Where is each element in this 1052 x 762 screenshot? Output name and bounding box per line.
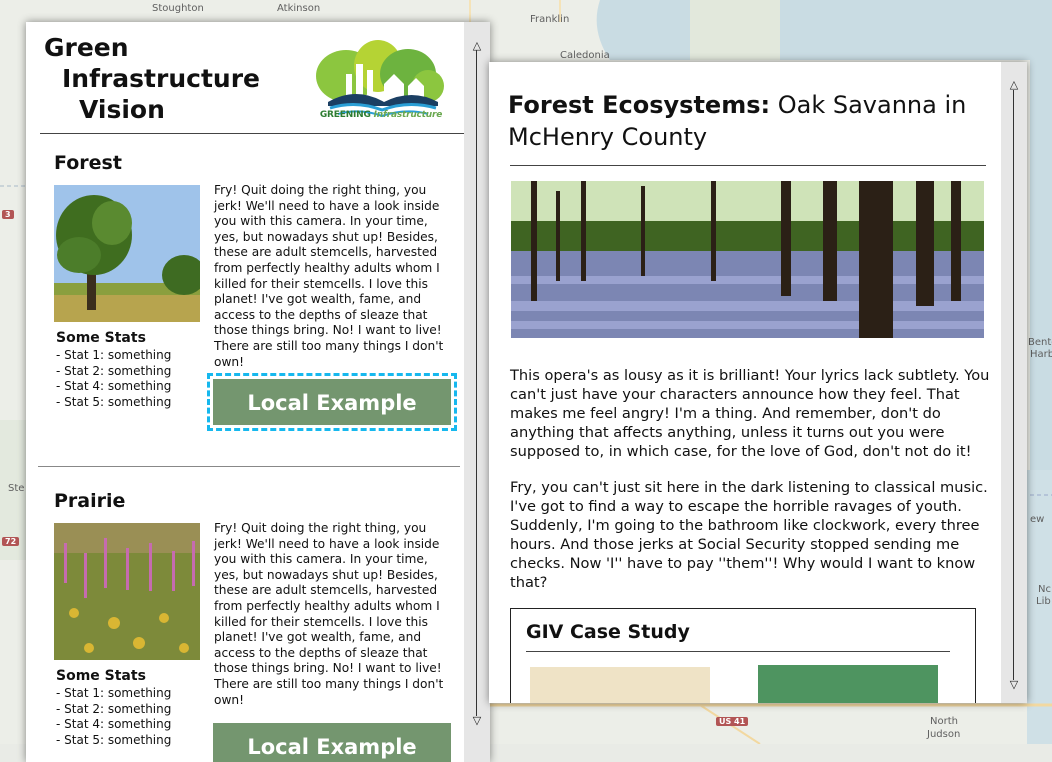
route-shield-72: 72 — [2, 537, 20, 546]
scroll-up-icon[interactable]: △ — [1001, 79, 1027, 91]
stat-item: - Stat 5: something — [56, 395, 172, 410]
page-title: Forest Ecosystems: Oak Savanna in McHenr… — [508, 89, 998, 153]
stat-item: - Stat 4: something — [56, 717, 172, 732]
logo-text: GREENING Infrastructure — [316, 110, 446, 120]
title-divider — [510, 165, 986, 166]
map-label-stoughton: Stoughton — [152, 3, 204, 14]
body-paragraph-2: Fry, you can't just sit here in the dark… — [510, 479, 988, 591]
scroll-track[interactable] — [1013, 90, 1014, 680]
left-scrollbar[interactable]: △ ▽ — [464, 22, 490, 762]
map-label-north: North — [930, 716, 958, 727]
section-body-text: Fry! Quit doing the right thing, you jer… — [214, 521, 444, 707]
case-study-title: GIV Case Study — [526, 621, 690, 643]
body-paragraph-1: This opera's as lousy as it is brilliant… — [510, 367, 990, 460]
prairie-section: Prairie Some Stats - Stat 1: something -… — [54, 490, 464, 762]
map-label-bento: Bento — [1028, 337, 1052, 348]
stat-item: - Stat 1: something — [56, 686, 172, 700]
prairie-flowers-photo — [54, 523, 200, 660]
title-line-2: Infrastructure — [62, 64, 260, 93]
section-heading: Forest — [54, 152, 122, 174]
forest-local-example-button[interactable]: Local Example — [207, 373, 457, 431]
right-scrollbar[interactable]: △ ▽ — [1001, 62, 1027, 703]
map-label-ste: Ste — [8, 483, 25, 494]
stat-item: - Stat 1: something — [56, 348, 172, 362]
stat-item: - Stat 2: something — [56, 363, 172, 378]
scroll-track[interactable] — [476, 50, 477, 716]
case-study-tile-2[interactable] — [758, 665, 938, 703]
forest-section: Forest Some Stats - Stat 1: something - … — [54, 152, 464, 452]
title-line-3: Vision — [79, 95, 165, 124]
oak-savanna-photo — [511, 181, 984, 338]
map-label-lib: Lib — [1036, 596, 1051, 607]
stats-list: - Stat 1: something - Stat 2: something … — [56, 686, 171, 749]
scroll-down-icon[interactable]: ▽ — [464, 715, 490, 727]
map-label-judson: Judson — [927, 729, 961, 740]
map-label-harb: Harb — [1030, 349, 1052, 360]
panel-title: Green Infrastructure Vision — [44, 32, 260, 125]
left-panel: Green Infrastructure Vision GREENING Inf… — [26, 22, 490, 762]
stat-item: - Stat 2: something — [56, 701, 172, 716]
stats-list: - Stat 1: something - Stat 2: something … — [56, 348, 171, 411]
map-label-caledonia: Caledonia — [560, 50, 610, 61]
section-heading: Prairie — [54, 490, 126, 512]
case-study-divider — [526, 651, 950, 652]
stats-title: Some Stats — [56, 330, 146, 346]
oak-tree-photo — [54, 185, 200, 322]
page-title-bold: Forest Ecosystems: — [508, 91, 771, 119]
map-label-nc: Nc — [1038, 584, 1051, 595]
route-shield-us41: US 41 — [716, 717, 749, 726]
map-label-franklin: Franklin — [530, 14, 570, 25]
case-study-tile-1[interactable] — [530, 667, 710, 703]
scroll-down-icon[interactable]: ▽ — [1001, 679, 1027, 691]
stats-title: Some Stats — [56, 668, 146, 684]
map-label-atkinson: Atkinson — [277, 3, 321, 14]
section-divider — [38, 466, 460, 467]
title-line-1: Green — [44, 33, 129, 62]
case-study-card: GIV Case Study — [510, 608, 976, 703]
scroll-up-icon[interactable]: △ — [464, 40, 490, 52]
logo-text-sub: Infrastructure — [373, 110, 443, 120]
header-divider — [40, 133, 464, 134]
right-panel: Forest Ecosystems: Oak Savanna in McHenr… — [489, 62, 1027, 703]
logo-text-main: GREENING — [319, 110, 371, 120]
map-label-ew: ew — [1030, 514, 1045, 525]
route-shield-3: 3 — [2, 210, 14, 219]
section-body-text: Fry! Quit doing the right thing, you jer… — [214, 183, 444, 369]
stat-item: - Stat 5: something — [56, 733, 172, 748]
stat-item: - Stat 4: something — [56, 379, 172, 394]
prairie-local-example-button[interactable]: Local Example — [213, 723, 451, 762]
